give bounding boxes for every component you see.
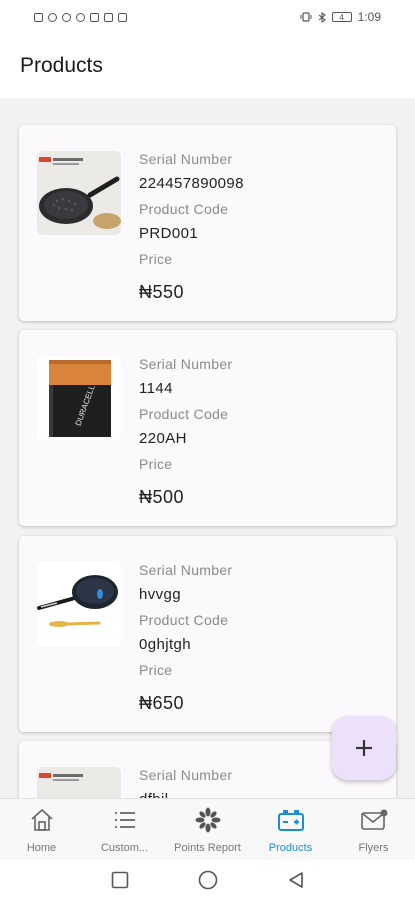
product-code-label: Product Code	[139, 201, 229, 217]
vibrate-icon	[300, 12, 312, 22]
product-image: DURACELL	[37, 356, 121, 440]
product-code-value: 0ghjtgh	[139, 636, 192, 653]
recents-button[interactable]	[76, 871, 164, 889]
product-code-value: 220AH	[139, 430, 187, 447]
product-code-label: Product Code	[139, 612, 229, 628]
product-image	[37, 767, 121, 798]
price-label: Price	[139, 456, 173, 472]
circle-icon	[198, 870, 217, 890]
product-image	[37, 562, 121, 646]
product-code-label: Product Code	[139, 406, 229, 422]
heart-icon	[76, 12, 85, 22]
product-details: Serial Number hvvgg Product Code 0ghjtgh…	[139, 562, 232, 714]
sim-icon	[34, 12, 43, 22]
serial-number-label: Serial Number	[139, 356, 233, 372]
product-card[interactable]: DURACELL Serial Number 1144 Product Code…	[19, 330, 396, 526]
plus-icon	[356, 740, 372, 756]
image-icon	[118, 12, 127, 22]
bluetooth-icon	[318, 11, 326, 23]
serial-number-value: hvvgg	[139, 586, 182, 603]
back-triangle-icon	[288, 872, 303, 888]
nav-label: Flyers	[358, 842, 389, 854]
bottom-navigation: Home Custom... Points Report Products Fl…	[0, 798, 415, 860]
product-details: Serial Number 1144 Product Code 220AH Pr…	[139, 356, 232, 508]
nav-item-products[interactable]: Products	[249, 799, 332, 860]
message-icon	[104, 12, 113, 22]
list-icon	[111, 807, 139, 833]
system-status: 4 1:09	[300, 10, 381, 24]
frying-pan-icon	[37, 151, 121, 235]
nav-label: Products	[268, 842, 313, 854]
product-card[interactable]: Serial Number 224457890098 Product Code …	[19, 125, 396, 321]
nav-label: Custom...	[100, 842, 149, 854]
nav-item-flyers[interactable]: Flyers	[332, 799, 415, 860]
price-value: ₦650	[139, 693, 185, 713]
app-bar: Products	[0, 34, 415, 98]
frying-pan-icon	[37, 767, 121, 798]
serial-number-value: 1144	[139, 380, 173, 397]
nav-item-customers[interactable]: Custom...	[83, 799, 166, 860]
pinwheel-icon	[194, 807, 222, 833]
nav-label: Points Report	[174, 842, 241, 854]
product-code-value: PRD001	[139, 225, 199, 242]
wifi-icon	[48, 12, 57, 22]
price-label: Price	[139, 662, 173, 678]
product-list[interactable]: Serial Number 224457890098 Product Code …	[0, 98, 415, 798]
product-details: Serial Number dfbjl	[139, 767, 232, 798]
back-button[interactable]	[252, 871, 340, 889]
nav-item-home[interactable]: Home	[0, 799, 83, 860]
notification-icons	[34, 12, 127, 22]
page-title: Products	[20, 54, 103, 77]
price-value: ₦550	[139, 282, 185, 302]
serial-number-label: Serial Number	[139, 562, 233, 578]
pan-and-spatula-icon	[37, 562, 121, 646]
nav-label: Home	[26, 842, 57, 854]
status-time: 1:09	[357, 10, 381, 24]
add-product-button[interactable]	[332, 716, 396, 780]
product-details: Serial Number 224457890098 Product Code …	[139, 151, 244, 303]
home-icon	[28, 807, 56, 833]
battery-icon: DURACELL	[37, 356, 121, 440]
mail-icon	[360, 807, 388, 833]
price-value: ₦500	[139, 487, 185, 507]
square-icon	[111, 871, 128, 889]
serial-number-label: Serial Number	[139, 151, 233, 167]
hourglass-icon	[90, 12, 99, 22]
serial-number-value: 224457890098	[139, 175, 244, 192]
battery-icon: 4	[331, 12, 352, 22]
price-label: Price	[139, 251, 173, 267]
product-image	[37, 151, 121, 235]
system-navigation-bar	[0, 860, 415, 900]
nav-item-points-report[interactable]: Points Report	[166, 799, 249, 860]
app-notification-icon	[62, 12, 71, 22]
home-system-button[interactable]	[164, 870, 252, 890]
serial-number-label: Serial Number	[139, 767, 233, 783]
product-card[interactable]: Serial Number hvvgg Product Code 0ghjtgh…	[19, 536, 396, 732]
products-icon	[277, 807, 305, 833]
status-bar: 4 1:09	[0, 0, 415, 34]
